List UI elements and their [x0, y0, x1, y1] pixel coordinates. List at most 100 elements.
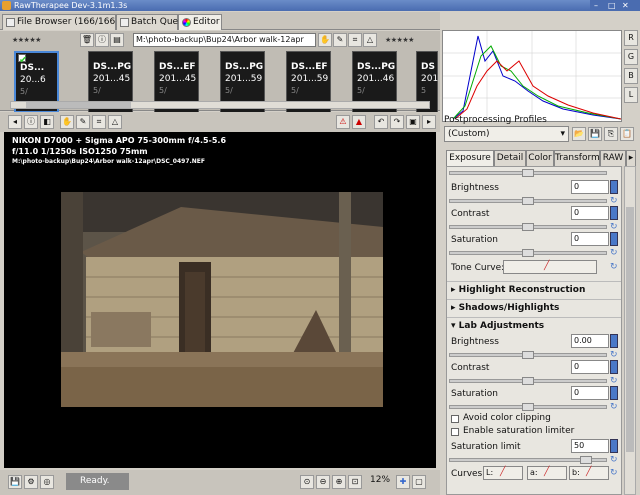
slider-knob[interactable]: [522, 351, 534, 359]
saturation-slider[interactable]: [449, 249, 607, 257]
save-icon[interactable]: 💾: [8, 475, 22, 489]
right-panel-icon[interactable]: ▸: [422, 115, 436, 129]
straighten-icon[interactable]: △: [363, 33, 377, 47]
info-icon[interactable]: ⓘ: [24, 115, 38, 129]
copy-profile-icon[interactable]: ⎘: [604, 127, 618, 141]
contrast-slider[interactable]: [449, 223, 607, 231]
lab-brightness-spin[interactable]: [610, 334, 618, 348]
b-curve-select[interactable]: b: ╱: [569, 466, 609, 480]
scroll-thumb[interactable]: [26, 102, 131, 108]
photo-preview[interactable]: [61, 192, 383, 407]
panel-scrollbar[interactable]: [624, 166, 636, 495]
section-lab[interactable]: ▾ Lab Adjustments: [447, 317, 621, 333]
contrast-value[interactable]: 0: [571, 206, 609, 220]
tab-raw[interactable]: RAW: [600, 150, 626, 166]
slider-knob[interactable]: [522, 197, 534, 205]
image-viewer[interactable]: NIKON D7000 + Sigma APO 75-300mm f/4.5-5…: [4, 132, 436, 468]
tab-batch-queue[interactable]: Batch Queue: [116, 14, 189, 30]
zoom-fit-icon[interactable]: ⊡: [348, 475, 362, 489]
slider-knob[interactable]: [522, 169, 534, 177]
sat-limit-slider[interactable]: [449, 456, 607, 464]
slider-knob[interactable]: [522, 377, 534, 385]
hand-tool-icon[interactable]: ✋: [60, 115, 74, 129]
reset-icon[interactable]: ↻: [610, 263, 619, 272]
tab-detail[interactable]: Detail: [494, 150, 526, 166]
tab-editor[interactable]: Editor: [178, 14, 222, 30]
tab-color[interactable]: Color: [526, 150, 554, 166]
blue-channel-button[interactable]: B: [624, 68, 638, 84]
profile-select[interactable]: (Custom) ▾: [444, 126, 569, 142]
filmstrip-scrollbar[interactable]: [10, 101, 430, 109]
reset-icon[interactable]: ↻: [610, 403, 619, 412]
star-filter-2[interactable]: ★★★★★: [385, 33, 435, 47]
lab-contrast-value[interactable]: 0: [571, 360, 609, 374]
eyedropper-icon[interactable]: ✎: [76, 115, 90, 129]
filter-icon[interactable]: ▤: [110, 33, 124, 47]
scroll-thumb[interactable]: [626, 207, 634, 452]
reset-icon[interactable]: ↻: [610, 469, 619, 478]
hand-tool-icon[interactable]: ✋: [318, 33, 332, 47]
queue-icon[interactable]: ⚙: [24, 475, 38, 489]
l-curve-select[interactable]: L: ╱: [483, 466, 523, 480]
before-after-icon[interactable]: ◧: [40, 115, 54, 129]
maximize-icon[interactable]: □: [608, 0, 616, 11]
redo-icon[interactable]: ↷: [390, 115, 404, 129]
enable-sat-checkbox[interactable]: [451, 428, 459, 436]
lab-brightness-slider[interactable]: [449, 351, 607, 359]
brightness-slider[interactable]: [449, 197, 607, 205]
saturation-value[interactable]: 0: [571, 232, 609, 246]
lab-saturation-spin[interactable]: [610, 386, 618, 400]
reset-icon[interactable]: ↻: [610, 456, 619, 465]
luminance-channel-button[interactable]: L: [624, 87, 638, 103]
contrast-spin[interactable]: [610, 206, 618, 220]
lab-brightness-value[interactable]: 0.00: [571, 334, 609, 348]
sat-limit-spin[interactable]: [610, 439, 618, 453]
top-slider[interactable]: [449, 169, 607, 177]
path-input[interactable]: M:\photo-backup\Bup24\Arbor walk-12apr: [133, 33, 316, 47]
undo-icon[interactable]: ↶: [374, 115, 388, 129]
lab-saturation-value[interactable]: 0: [571, 386, 609, 400]
section-highlight[interactable]: ▸ Highlight Reconstruction: [447, 281, 621, 297]
minimize-icon[interactable]: –: [594, 0, 598, 11]
star-filter[interactable]: ★★★★★: [12, 33, 72, 47]
zoom-out-icon[interactable]: ⊖: [316, 475, 330, 489]
saturation-spin[interactable]: [610, 232, 618, 246]
paste-profile-icon[interactable]: 📋: [620, 127, 634, 141]
info-icon[interactable]: ⓘ: [95, 33, 109, 47]
snapshot-icon[interactable]: ▣: [406, 115, 420, 129]
slider-knob[interactable]: [580, 456, 592, 464]
left-panel-icon[interactable]: ◂: [8, 115, 22, 129]
warning-icon[interactable]: ⚠: [336, 115, 350, 129]
close-icon[interactable]: ✕: [622, 0, 629, 11]
tab-file-browser[interactable]: File Browser (166/166): [2, 14, 119, 30]
reset-icon[interactable]: ↻: [610, 197, 619, 206]
tone-curve-select[interactable]: ╱: [503, 260, 597, 274]
red-channel-button[interactable]: R: [624, 30, 638, 46]
zoom-100-icon[interactable]: ⊙: [300, 475, 314, 489]
add-icon[interactable]: ✚: [396, 475, 410, 489]
crop-icon[interactable]: ⌗: [92, 115, 106, 129]
tab-scroll-right[interactable]: ▸: [626, 150, 636, 166]
clip-warning-icon[interactable]: ▲: [352, 115, 366, 129]
straighten-icon[interactable]: △: [108, 115, 122, 129]
save-profile-icon[interactable]: 💾: [588, 127, 602, 141]
brightness-value[interactable]: 0: [571, 180, 609, 194]
reset-icon[interactable]: ↻: [610, 351, 619, 360]
section-shadows[interactable]: ▸ Shadows/Highlights: [447, 299, 621, 315]
slider-knob[interactable]: [522, 223, 534, 231]
avoid-clip-checkbox[interactable]: [451, 415, 459, 423]
crop-icon[interactable]: ⌗: [348, 33, 362, 47]
reset-icon[interactable]: ↻: [610, 377, 619, 386]
reset-icon[interactable]: ↻: [610, 223, 619, 232]
open-profile-icon[interactable]: 📂: [572, 127, 586, 141]
lab-saturation-slider[interactable]: [449, 403, 607, 411]
detail-window-icon[interactable]: ▢: [412, 475, 426, 489]
slider-knob[interactable]: [522, 249, 534, 257]
trash-icon[interactable]: 🗑: [80, 33, 94, 47]
sat-limit-value[interactable]: 50: [571, 439, 609, 453]
tab-transform[interactable]: Transform: [554, 150, 600, 166]
lab-contrast-spin[interactable]: [610, 360, 618, 374]
reset-icon[interactable]: ↻: [610, 249, 619, 258]
green-channel-button[interactable]: G: [624, 49, 638, 65]
slider-knob[interactable]: [522, 403, 534, 411]
